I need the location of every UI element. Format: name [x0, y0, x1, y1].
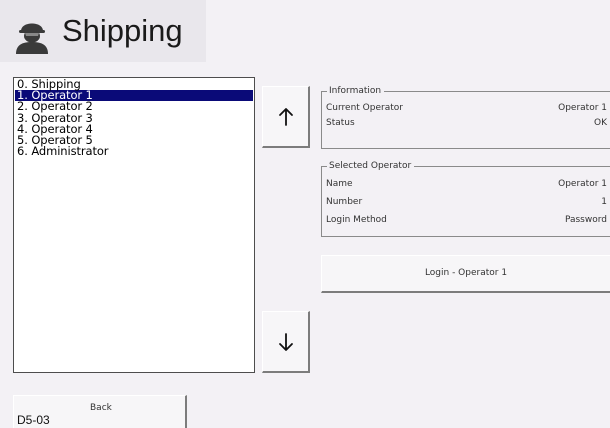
status-label: Status [326, 118, 355, 128]
current-operator-value: Operator 1 [558, 103, 607, 113]
back-button-label: Back [90, 403, 112, 413]
information-group: Information Current Operator Operator 1 … [321, 85, 610, 149]
login-method-value: Password [564, 215, 607, 225]
operator-list-item[interactable]: 6. Administrator [15, 145, 253, 157]
number-row: Number 1 [326, 195, 607, 210]
screen-code: D5-03 [17, 413, 50, 427]
login-method-row: Login Method Password [326, 213, 607, 228]
login-button[interactable]: Login - Operator 1 [321, 255, 610, 293]
current-operator-row: Current Operator Operator 1 [326, 101, 607, 116]
status-row: Status OK [326, 116, 607, 131]
page-title: Shipping [62, 13, 183, 48]
number-value: 1 [601, 197, 607, 207]
arrow-up-icon [278, 107, 293, 126]
current-operator-label: Current Operator [326, 103, 403, 113]
number-label: Number [326, 197, 363, 207]
login-method-label: Login Method [326, 215, 387, 225]
selected-operator-title: Selected Operator [327, 160, 415, 172]
scroll-down-button[interactable] [262, 311, 310, 373]
page-header: Shipping [0, 0, 206, 62]
selected-operator-group: Selected Operator Name Operator 1 Number… [321, 160, 610, 237]
status-value: OK [594, 118, 607, 128]
name-row: Name Operator 1 [326, 177, 607, 192]
arrow-down-icon [278, 332, 293, 351]
scroll-up-button[interactable] [262, 86, 310, 148]
operator-list[interactable]: 0. Shipping 1. Operator 1 2. Operator 2 3. … [13, 77, 255, 373]
operator-icon [16, 23, 48, 54]
name-value: Operator 1 [558, 179, 607, 189]
name-label: Name [326, 179, 353, 189]
information-title: Information [327, 85, 385, 97]
